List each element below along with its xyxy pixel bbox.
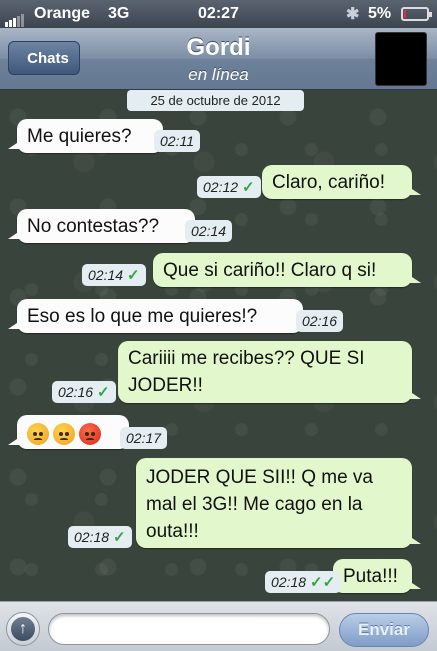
sent-check-icon: ✓ <box>113 529 126 546</box>
battery-icon <box>401 7 432 21</box>
message-text-line: Cariiii me recibes?? QUE SI <box>128 348 365 369</box>
message-timestamp: 02:16 <box>296 310 344 332</box>
message-outgoing[interactable]: Puta!!! <box>333 559 421 593</box>
battery-percent: 5% <box>368 5 392 22</box>
arrow-up-icon: ↑ <box>11 617 35 641</box>
message-timestamp: 02:11 <box>154 130 200 152</box>
message-timestamp: 02:12 ✓ <box>197 176 261 198</box>
message-text: No contestas?? <box>27 216 160 237</box>
sent-check-icon: ✓ <box>242 179 255 196</box>
message-timestamp: 02:18 ✓✓ <box>265 571 342 593</box>
message-text: Eso es lo que me quieres!? <box>27 306 258 327</box>
message-text: Puta!!! <box>343 566 398 587</box>
message-timestamp: 02:17 <box>120 427 168 449</box>
message-text-line: JODER!! <box>128 375 203 396</box>
contact-status: en línea <box>188 65 249 84</box>
message-outgoing[interactable]: Cariiii me recibes?? QUE SI JODER!! <box>118 341 421 403</box>
message-timestamp: 02:16 ✓ <box>52 381 116 403</box>
message-composer: ↑ Enviar <box>0 601 437 651</box>
message-outgoing[interactable]: JODER QUE SII!! Q me va mal el 3G!! Me c… <box>136 458 421 548</box>
message-incoming[interactable]: Eso es lo que me quieres!? <box>8 299 303 333</box>
delivered-check-icon: ✓✓ <box>310 574 336 591</box>
angry-face-icon <box>53 422 75 445</box>
sent-check-icon: ✓ <box>97 384 110 401</box>
message-text-line: JODER QUE SII!! Q me va <box>146 467 373 488</box>
message-incoming[interactable] <box>8 415 129 449</box>
back-button-label: Chats <box>27 49 69 67</box>
message-timestamp: 02:14 <box>185 220 233 242</box>
message-incoming[interactable]: No contestas?? <box>8 209 195 243</box>
message-text: Claro, cariño! <box>272 172 385 193</box>
message-input[interactable] <box>48 613 330 645</box>
message-outgoing[interactable]: Que si cariño!! Claro q si! <box>153 253 421 287</box>
chat-header: Chats Gordi en línea <box>0 28 437 90</box>
bluetooth-icon: ✱ <box>346 6 360 23</box>
contact-avatar[interactable] <box>375 32 427 86</box>
message-timestamp: 02:18 ✓ <box>68 526 132 548</box>
battery-fill <box>404 10 406 18</box>
angry-face-icon <box>27 422 49 445</box>
message-outgoing[interactable]: Claro, cariño! <box>262 165 421 199</box>
date-separator: 25 de octubre de 2012 <box>127 90 304 111</box>
message-text: Que si cariño!! Claro q si! <box>163 260 377 281</box>
message-timestamp: 02:14 ✓ <box>82 264 146 286</box>
message-incoming[interactable]: Me quieres? <box>8 119 163 153</box>
message-text: Me quieres? <box>27 126 132 147</box>
message-text-line: mal el 3G!! Me cago en la <box>146 494 363 515</box>
red-angry-face-icon <box>79 422 101 445</box>
send-button[interactable]: Enviar <box>339 613 429 647</box>
status-bar: Orange 3G 02:27 ✱ 5% <box>0 0 437 28</box>
sent-check-icon: ✓ <box>127 267 140 284</box>
message-text-line: outa!!! <box>146 521 199 542</box>
message-list[interactable]: 25 de octubre de 2012 Me quieres? 02:11 … <box>0 90 437 601</box>
attach-button[interactable]: ↑ <box>6 612 40 646</box>
